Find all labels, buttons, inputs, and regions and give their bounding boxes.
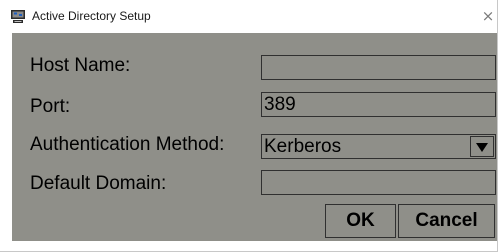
host-name-field[interactable] bbox=[261, 55, 496, 80]
close-button[interactable]: × bbox=[478, 6, 498, 26]
host-name-label: Host Name: bbox=[30, 55, 131, 76]
network-computer-icon bbox=[10, 9, 26, 24]
default-domain-label: Default Domain: bbox=[30, 173, 167, 194]
port-field[interactable] bbox=[261, 92, 496, 117]
window-title: Active Directory Setup bbox=[32, 9, 151, 23]
cancel-button[interactable]: Cancel bbox=[398, 204, 495, 238]
title-bar[interactable]: Active Directory Setup × bbox=[0, 0, 497, 33]
authentication-method-select[interactable]: Kerberos bbox=[261, 134, 496, 159]
dialog-window: Active Directory Setup × Host Name: Port… bbox=[0, 0, 498, 252]
ok-button[interactable]: OK bbox=[325, 204, 396, 238]
port-label: Port: bbox=[30, 96, 71, 117]
authentication-method-label: Authentication Method: bbox=[30, 134, 225, 155]
dialog-body: Host Name: Port: Authentication Method: … bbox=[12, 33, 497, 241]
default-domain-field[interactable] bbox=[261, 170, 496, 195]
authentication-method-value: Kerberos bbox=[264, 136, 342, 157]
dropdown-arrow-icon[interactable] bbox=[470, 136, 494, 157]
